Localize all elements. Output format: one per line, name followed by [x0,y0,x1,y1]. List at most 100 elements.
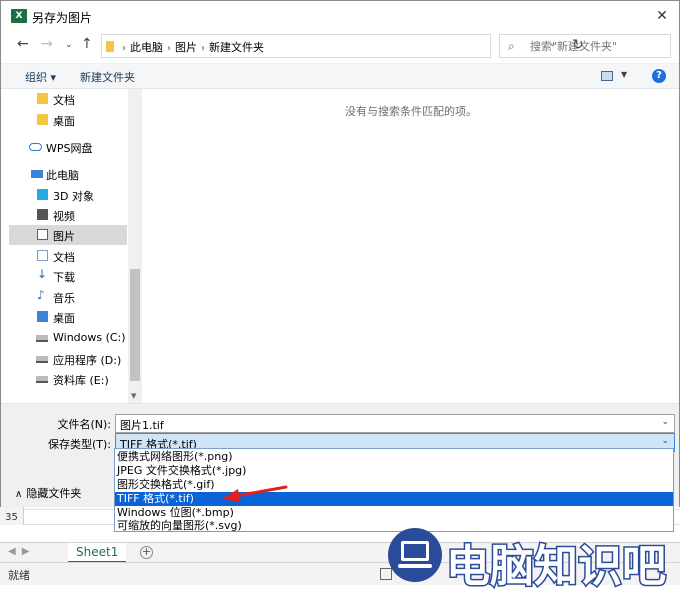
drive-icon [36,335,48,342]
view-options-icon[interactable] [601,71,613,81]
recent-chevron-down-icon[interactable]: ⌄ [65,40,73,50]
filetype-option[interactable]: 图形交换格式(*.gif) [115,478,673,492]
nav-item-label: 文档 [53,94,75,107]
folder-icon [37,114,48,125]
filename-field[interactable]: 图片1.tif ⌄ [115,414,675,433]
monitor-badge-icon [388,528,442,582]
nav-item-documents[interactable]: 文档 [9,89,127,109]
forward-arrow-icon[interactable]: → [41,36,53,52]
chevron-down-icon[interactable]: ⌄ [661,436,669,446]
command-bar: 组织 ▾ 新建文件夹 ▼ ? [1,63,679,89]
chevron-down-icon[interactable]: ⌄ [661,417,669,427]
title-bar: X 另存为图片 ✕ [1,1,679,31]
nav-item-pictures[interactable]: 图片 [9,225,127,245]
breadcrumb-chevron-icon[interactable]: › [122,43,126,54]
monitor-icon [401,541,429,561]
dialog-title: 另存为图片 [32,11,93,25]
search-box[interactable]: ⌕ [499,34,671,58]
hide-folders-button[interactable]: ∧ 隐藏文件夹 [15,485,81,501]
up-arrow-icon[interactable]: ↑ [81,36,93,52]
filetype-options-list: 便携式网络图形(*.png) JPEG 文件交换格式(*.jpg) 图形交换格式… [114,448,674,532]
pictures-icon [37,229,48,240]
nav-item-this-pc[interactable]: 此电脑 [9,164,127,184]
desktop-icon [37,311,48,322]
row-number: 35 [0,510,24,525]
scroll-down-icon[interactable]: ▼ [131,392,136,400]
filetype-option[interactable]: JPEG 文件交换格式(*.jpg) [115,464,673,478]
breadcrumb-chevron-icon[interactable]: › [201,43,205,54]
nav-item-downloads[interactable]: ↓ 下载 [9,266,127,286]
scrollbar-thumb[interactable] [130,269,140,381]
filename-label: 文件名(N): [57,418,111,431]
nav-item-desktop[interactable]: 桌面 [9,110,127,130]
nav-item-label: 3D 对象 [53,190,94,203]
nav-item-music[interactable]: ♪ 音乐 [9,287,127,307]
music-icon: ♪ [37,288,45,302]
breadcrumb-item[interactable]: 新建文件夹 [209,41,264,54]
nav-item-wps-cloud[interactable]: WPS网盘 [9,137,127,157]
add-sheet-icon[interactable]: + [140,546,153,559]
address-row: ← → ⌄ ↑ › 此电脑 › 图片 › 新建文件夹 ⌄ ↻ ⌕ [1,33,679,59]
sheet-nav-arrows[interactable]: ◀▶ [8,546,35,557]
monitor-stand-icon [398,564,432,568]
search-input[interactable] [528,38,668,54]
nav-item-3d-objects[interactable]: 3D 对象 [9,185,127,205]
hide-folders-label: 隐藏文件夹 [26,487,82,500]
nav-item-label: 应用程序 (D:) [53,354,122,367]
filetype-option-selected[interactable]: TIFF 格式(*.tif) [115,492,673,506]
breadcrumb-item[interactable]: 图片 [175,41,197,54]
nav-item-desktop-lib[interactable]: 桌面 [9,307,127,327]
filetype-option[interactable]: Windows 位图(*.bmp) [115,506,673,520]
new-folder-button[interactable]: 新建文件夹 [80,69,135,85]
cloud-icon [29,143,42,151]
folder-icon [106,41,114,52]
nav-item-label: 图片 [53,230,75,243]
documents-icon [37,250,48,261]
video-icon [37,209,48,220]
status-text: 就绪 [8,569,30,582]
file-list[interactable]: 没有与搜索条件匹配的项。 [143,89,679,403]
nav-item-documents-lib[interactable]: 文档 [9,246,127,266]
nav-item-label: 桌面 [53,312,75,325]
nav-item-label: 资料库 (E:) [53,374,109,387]
nav-item-label: 文档 [53,251,75,264]
drive-icon [36,376,48,383]
breadcrumb-item[interactable]: 此电脑 [130,41,163,54]
nav-item-label: WPS网盘 [46,142,93,155]
help-icon[interactable]: ? [652,69,666,83]
nav-item-label: 此电脑 [46,169,79,182]
watermark-logo: 电脑知识吧 [388,528,678,594]
search-icon: ⌕ [508,39,515,53]
excel-app-icon: X [11,9,27,23]
3d-objects-icon [37,189,48,200]
save-as-dialog: X 另存为图片 ✕ ← → ⌄ ↑ ›此电脑›图片›新建文件夹 ⌄ ↻ ⌕ 组织… [0,0,680,507]
computer-icon [31,170,43,178]
filename-value: 图片1.tif [120,419,164,432]
nav-item-videos[interactable]: 视频 [9,205,127,225]
filetype-label: 保存类型(T): [47,438,111,451]
nav-item-label: Windows (C:) [53,331,126,344]
nav-scrollbar[interactable]: ▼ [128,89,142,403]
nav-item-label: 音乐 [53,292,75,305]
empty-message: 没有与搜索条件匹配的项。 [345,105,477,118]
view-dropdown-icon[interactable]: ▼ [621,70,627,79]
nav-item-drive-c[interactable]: Windows (C:) [9,328,127,348]
nav-item-drive-e[interactable]: 资料库 (E:) [9,369,127,389]
back-arrow-icon[interactable]: ← [17,36,29,52]
close-button[interactable]: ✕ [649,5,675,27]
drive-icon [36,356,48,363]
watermark-text: 电脑知识吧 [445,540,668,594]
nav-item-label: 桌面 [53,115,75,128]
sheet-tab[interactable]: Sheet1 [68,543,127,563]
address-bar[interactable]: › 此电脑 › 图片 › 新建文件夹 ⌄ ↻ [101,34,584,58]
chevron-up-icon: ∧ [15,489,23,500]
breadcrumb: › 此电脑 › 图片 › 新建文件夹 [118,39,264,55]
download-icon: ↓ [37,267,48,281]
nav-item-label: 下载 [53,271,75,284]
folder-icon [37,93,48,104]
organize-button[interactable]: 组织 ▾ [25,69,56,85]
filetype-option[interactable]: 便携式网络图形(*.png) [115,450,673,464]
nav-item-drive-d[interactable]: 应用程序 (D:) [9,349,127,369]
nav-item-label: 视频 [53,210,75,223]
breadcrumb-chevron-icon[interactable]: › [167,43,171,54]
